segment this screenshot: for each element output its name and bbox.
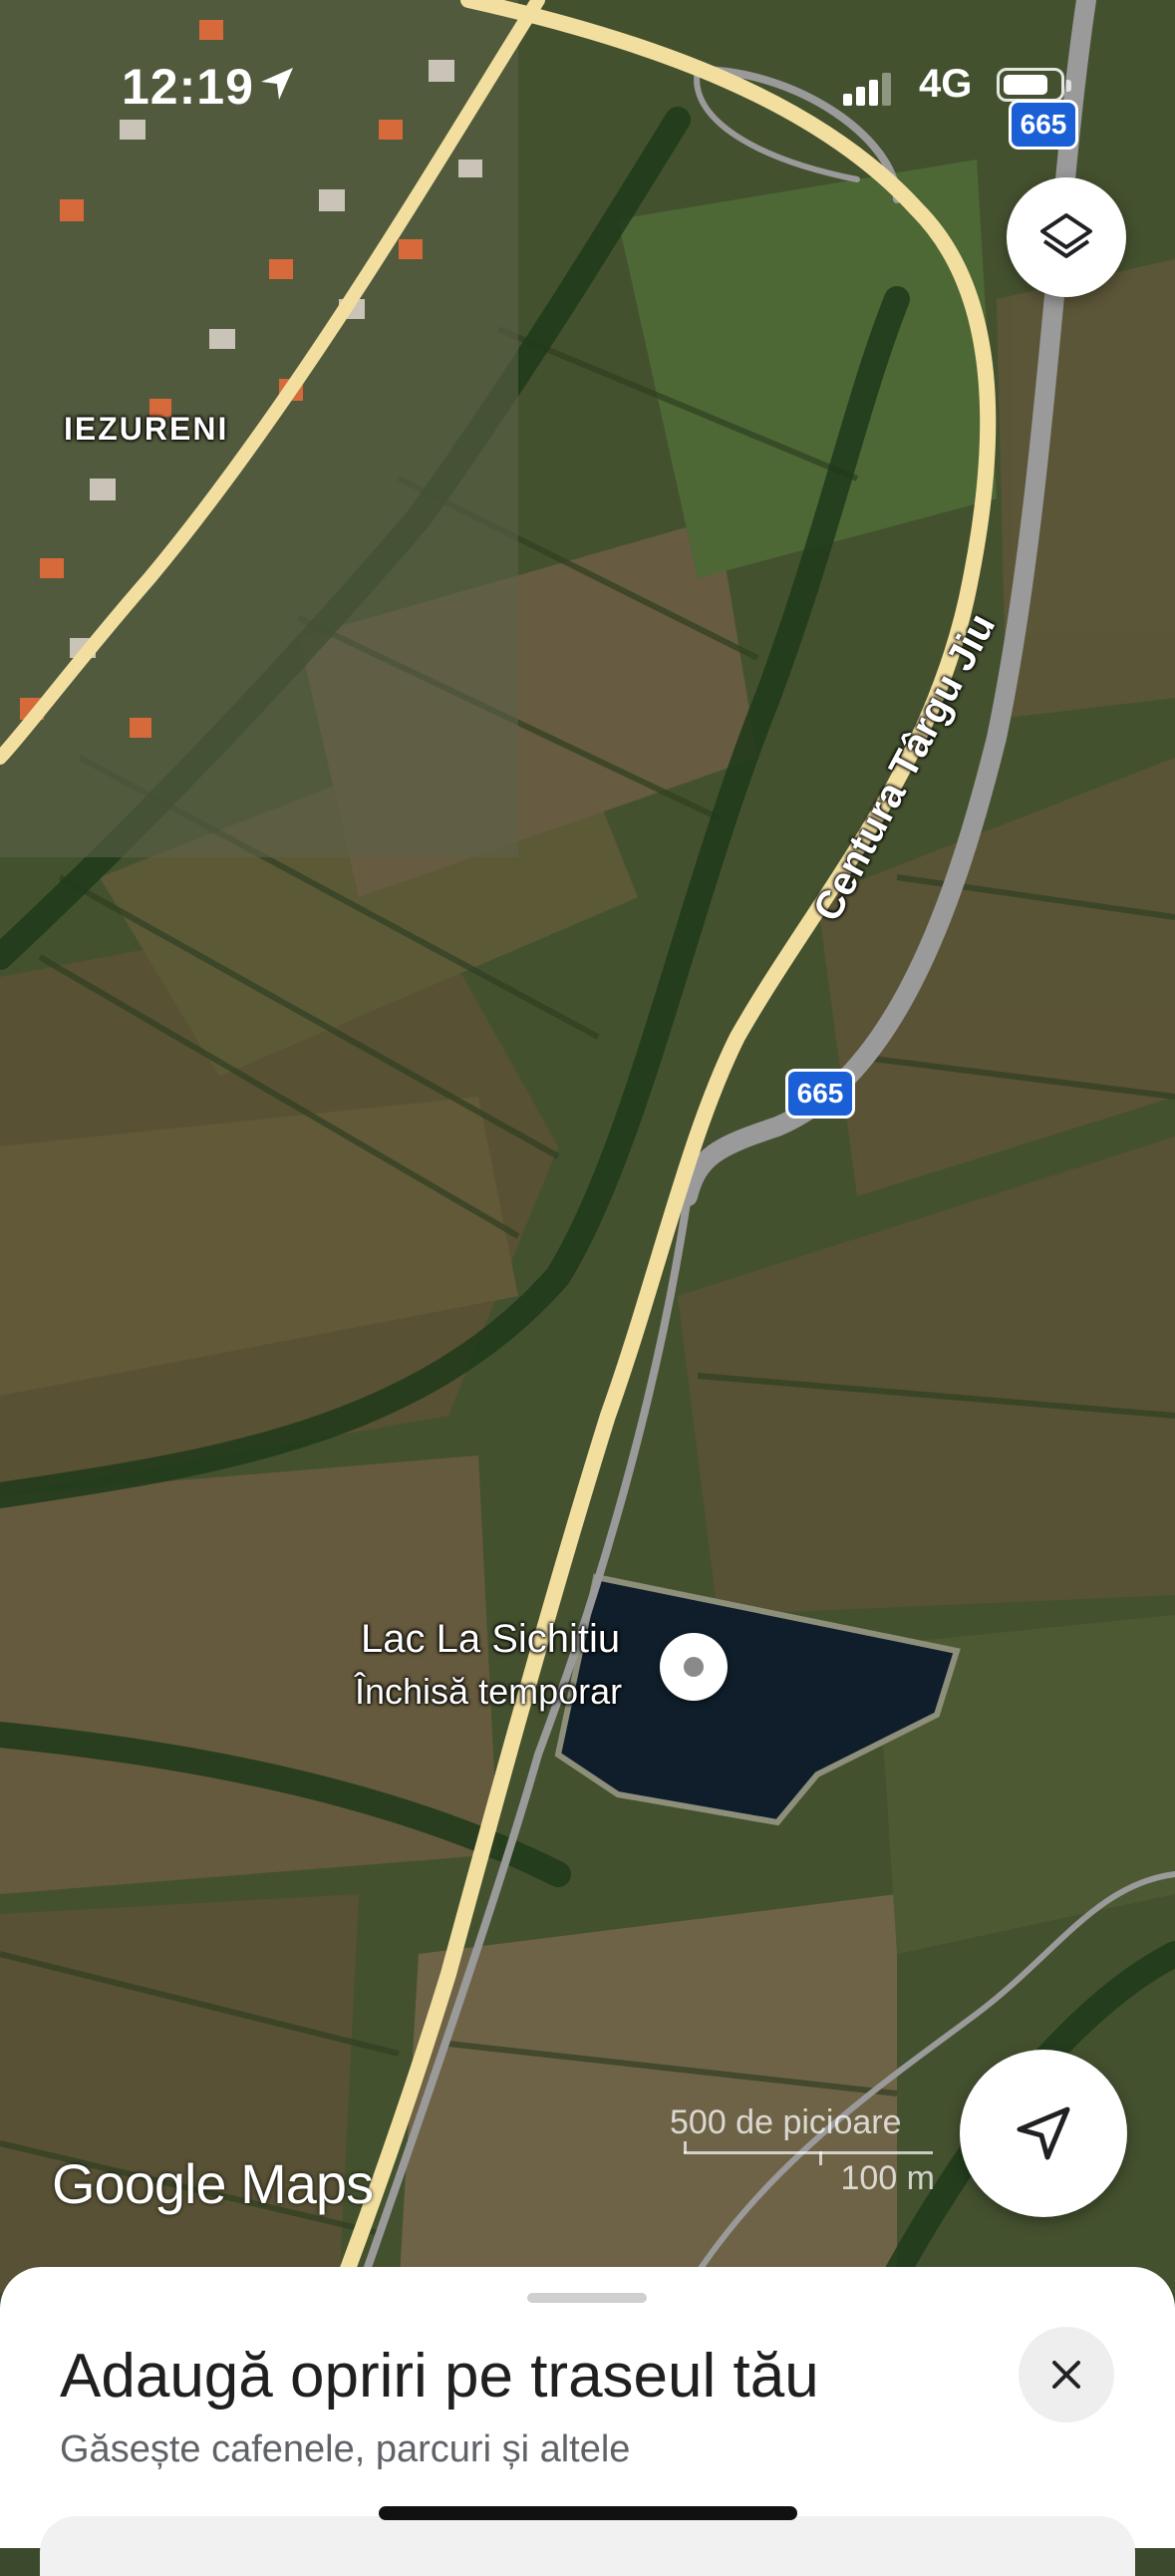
- sheet-grabber[interactable]: [527, 2293, 647, 2303]
- google-maps-logo: Google Maps: [52, 2152, 374, 2215]
- sheet-subtitle: Găsește cafenele, parcuri și altele: [60, 2428, 631, 2470]
- suggestion-card[interactable]: [40, 2516, 1135, 2576]
- place-status: Închisă temporar: [355, 1671, 623, 1712]
- satellite-map[interactable]: [0, 0, 1175, 2293]
- sheet-title: Adaugă opriri pe traseul tău: [60, 2342, 819, 2411]
- close-button[interactable]: [1019, 2327, 1114, 2422]
- route-shield: 665: [1009, 100, 1078, 150]
- map-scale: 500 de picioare 100 m: [670, 2103, 935, 2197]
- scale-imperial: 500 de picioare: [670, 2103, 902, 2141]
- route-shield: 665: [785, 1069, 855, 1119]
- navigation-arrow-icon: [1017, 2106, 1070, 2160]
- layers-button[interactable]: [1007, 177, 1126, 297]
- home-indicator[interactable]: [379, 2506, 797, 2520]
- layers-icon: [1040, 213, 1092, 258]
- network-type: 4G: [919, 62, 973, 106]
- navigate-button[interactable]: [960, 2050, 1127, 2217]
- signal-icon: [843, 73, 891, 106]
- area-label: IEZURENI: [64, 411, 229, 447]
- battery-icon: [997, 68, 1071, 102]
- close-icon: [1052, 2361, 1080, 2389]
- status-time: 12:19: [122, 59, 254, 115]
- scale-metric: 100 m: [840, 2159, 936, 2197]
- place-pin[interactable]: [660, 1633, 728, 1701]
- location-arrow-icon: [261, 68, 293, 100]
- place-name[interactable]: Lac La Sichitiu: [361, 1617, 620, 1662]
- status-bar: 12:19 4G: [0, 0, 1175, 160]
